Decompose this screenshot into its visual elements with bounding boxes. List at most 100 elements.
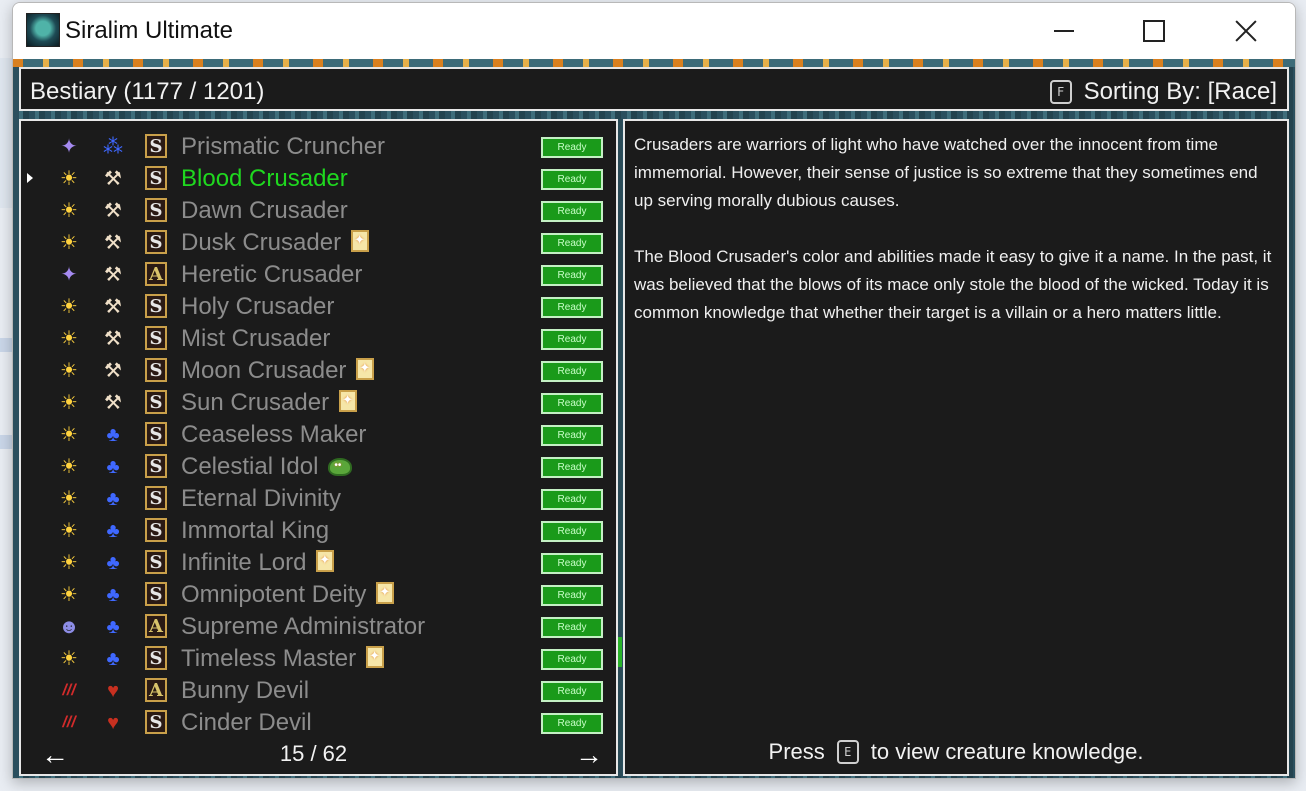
knowledge-action-label: to view creature knowledge. bbox=[870, 739, 1144, 764]
creature-row[interactable]: ☀ ⚒ S Holy Crusader Ready bbox=[21, 291, 616, 323]
description-paragraph: Crusaders are warriors of light who have… bbox=[634, 135, 1258, 210]
creature-row[interactable]: ☀ ♣ S Eternal Divinity Ready bbox=[21, 483, 616, 515]
divine-icon: ♣ bbox=[106, 616, 120, 638]
selection-cursor-icon bbox=[27, 173, 33, 183]
creature-name-text: Infinite Lord bbox=[181, 549, 307, 576]
claw-icon: /// bbox=[62, 714, 76, 731]
card-icon bbox=[356, 358, 375, 380]
creature-row[interactable]: ☀ ⚒ S Blood Crusader Ready bbox=[21, 163, 616, 195]
creature-name: Immortal King bbox=[181, 517, 329, 545]
game-window: Siralim Ultimate Bestiary (1177 / 1201) … bbox=[12, 2, 1296, 779]
creature-row[interactable]: ☀ ⚒ S Dawn Crusader Ready bbox=[21, 195, 616, 227]
tier-s-icon: S bbox=[145, 198, 167, 222]
creature-name-text: Sun Crusader bbox=[181, 389, 330, 416]
devil-icon: ♥ bbox=[107, 680, 119, 702]
page-indicator: 15 / 62 bbox=[279, 741, 348, 766]
creature-row[interactable]: ☀ ⚒ S Moon Crusader Ready bbox=[21, 355, 616, 387]
description-paragraph: The Blood Crusader's color and abilities… bbox=[634, 247, 1272, 322]
game-viewport: Bestiary (1177 / 1201) F Sorting By: [Ra… bbox=[13, 59, 1295, 778]
tier-s-icon: S bbox=[145, 390, 167, 414]
creature-name-text: Heretic Crusader bbox=[181, 261, 363, 288]
creature-description-panel: Crusaders are warriors of light who have… bbox=[623, 119, 1289, 776]
siralim-app-icon bbox=[26, 13, 60, 47]
tier-s-icon: S bbox=[145, 358, 167, 382]
minimize-button[interactable] bbox=[1033, 3, 1095, 59]
creature-name-text: Blood Crusader bbox=[181, 165, 348, 192]
creature-name: Omnipotent Deity bbox=[181, 581, 395, 609]
sun-icon: ☀ bbox=[60, 328, 78, 350]
tier-a-icon: A bbox=[145, 614, 167, 638]
ready-badge: Ready bbox=[541, 393, 603, 414]
sun-icon: ☀ bbox=[60, 168, 78, 190]
ready-badge: Ready bbox=[541, 265, 603, 286]
press-label: Press bbox=[768, 739, 825, 764]
sun-icon: ☀ bbox=[60, 296, 78, 318]
tier-s-icon: S bbox=[145, 646, 167, 670]
creature-name-text: Eternal Divinity bbox=[181, 485, 342, 512]
creature-name-text: Moon Crusader bbox=[181, 357, 347, 384]
ready-badge: Ready bbox=[541, 553, 603, 574]
creature-row[interactable]: ☀ ♣ S Celestial Idol Ready bbox=[21, 451, 616, 483]
tier-a-icon: A bbox=[145, 678, 167, 702]
creature-row[interactable]: ☀ ♣ S Immortal King Ready bbox=[21, 515, 616, 547]
ready-badge: Ready bbox=[541, 617, 603, 638]
creature-name-text: Dusk Crusader bbox=[181, 229, 342, 256]
sort-control[interactable]: F Sorting By: [Race] bbox=[1049, 78, 1277, 106]
title-bar[interactable]: Siralim Ultimate bbox=[13, 3, 1295, 59]
ready-badge: Ready bbox=[541, 425, 603, 446]
maximize-icon bbox=[1143, 20, 1165, 42]
creature-row[interactable]: /// ♥ A Bunny Devil Ready bbox=[21, 675, 616, 707]
sun-icon: ☀ bbox=[60, 232, 78, 254]
creature-row[interactable]: ☀ ♣ S Ceaseless Maker Ready bbox=[21, 419, 616, 451]
sun-icon: ☀ bbox=[60, 360, 78, 382]
creature-name: Ceaseless Maker bbox=[181, 421, 366, 449]
creature-row[interactable]: ☀ ⚒ S Dusk Crusader Ready bbox=[21, 227, 616, 259]
ready-badge: Ready bbox=[541, 681, 603, 702]
ready-badge: Ready bbox=[541, 361, 603, 382]
tier-s-icon: S bbox=[145, 518, 167, 542]
bestiary-title: Bestiary (1177 / 1201) bbox=[30, 78, 265, 105]
keyboard-key-icon: F bbox=[1049, 80, 1072, 104]
purple-star-icon: ✦ bbox=[60, 264, 78, 286]
close-button[interactable] bbox=[1215, 3, 1277, 59]
ready-badge: Ready bbox=[541, 169, 603, 190]
tier-s-icon: S bbox=[145, 550, 167, 574]
creature-row[interactable]: ✦ ⚒ A Heretic Crusader Ready bbox=[21, 259, 616, 291]
creature-row[interactable]: ☀ ♣ S Infinite Lord Ready bbox=[21, 547, 616, 579]
creature-row[interactable]: /// ♥ S Cinder Devil Ready bbox=[21, 707, 616, 739]
creature-name: Eternal Divinity bbox=[181, 485, 341, 513]
divine-icon: ♣ bbox=[106, 424, 120, 446]
creature-row[interactable]: ✦ ⁂ S Prismatic Cruncher Ready bbox=[21, 131, 616, 163]
ready-badge: Ready bbox=[541, 649, 603, 670]
creature-row[interactable]: ☻ ♣ A Supreme Administrator Ready bbox=[21, 611, 616, 643]
creature-name-text: Holy Crusader bbox=[181, 293, 335, 320]
creature-name: Infinite Lord bbox=[181, 549, 335, 577]
sun-icon: ☀ bbox=[60, 520, 78, 542]
ready-badge: Ready bbox=[541, 201, 603, 222]
maximize-button[interactable] bbox=[1123, 3, 1185, 59]
sun-icon: ☀ bbox=[60, 424, 78, 446]
creature-name: Bunny Devil bbox=[181, 677, 309, 705]
slime-icon bbox=[328, 458, 353, 476]
creature-row[interactable]: ☀ ⚒ S Mist Crusader Ready bbox=[21, 323, 616, 355]
hammer-icon: ⚒ bbox=[104, 296, 122, 318]
creature-description: Crusaders are warriors of light who have… bbox=[634, 131, 1274, 355]
scrollbar-thumb[interactable] bbox=[618, 637, 622, 667]
creature-name-text: Ceaseless Maker bbox=[181, 421, 367, 448]
close-icon bbox=[1235, 20, 1257, 42]
creature-name-text: Immortal King bbox=[181, 517, 330, 544]
sun-icon: ☀ bbox=[60, 456, 78, 478]
list-scrollbar[interactable] bbox=[618, 119, 622, 776]
creature-row[interactable]: ☀ ⚒ S Sun Crusader Ready bbox=[21, 387, 616, 419]
creature-name-text: Bunny Devil bbox=[181, 677, 310, 704]
creature-row[interactable]: ☀ ♣ S Omnipotent Deity Ready bbox=[21, 579, 616, 611]
creature-name: Dawn Crusader bbox=[181, 197, 348, 225]
creature-name: Mist Crusader bbox=[181, 325, 330, 353]
creature-name-text: Supreme Administrator bbox=[181, 613, 426, 640]
creature-row[interactable]: ☀ ♣ S Timeless Master Ready bbox=[21, 643, 616, 675]
next-page-arrow-icon[interactable]: → bbox=[575, 739, 603, 771]
ready-badge: Ready bbox=[541, 457, 603, 478]
card-icon bbox=[339, 390, 358, 412]
creature-list-panel: ✦ ⁂ S Prismatic Cruncher Ready ☀ ⚒ S Blood Crusa… bbox=[19, 119, 618, 776]
tier-s-icon: S bbox=[145, 230, 167, 254]
